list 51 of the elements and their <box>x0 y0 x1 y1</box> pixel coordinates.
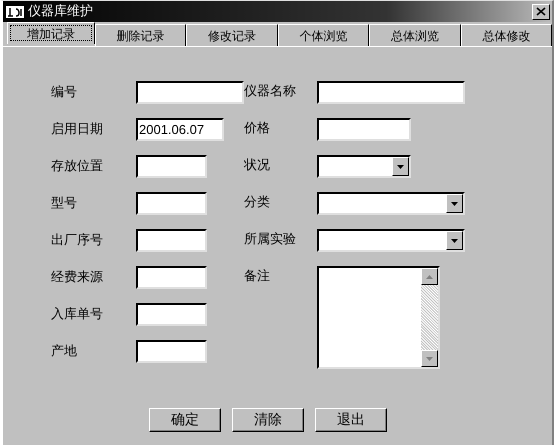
app-icon <box>5 4 25 18</box>
down-arrow-icon <box>397 164 404 168</box>
field-label: 入库单号 <box>51 306 104 324</box>
scroll-down-button[interactable] <box>421 350 438 367</box>
field-label: 存放位置 <box>51 158 104 176</box>
tab[interactable]: 总体浏览 <box>369 24 461 46</box>
tab[interactable]: 修改记录 <box>186 24 278 46</box>
notes-field[interactable] <box>317 266 440 369</box>
up-arrow-icon <box>426 274 433 278</box>
text-field[interactable]: 2001.06.07 <box>136 118 224 141</box>
dialog-button[interactable]: 确定 <box>149 408 221 432</box>
field-label: 启用日期 <box>51 121 104 139</box>
field-label: 型号 <box>51 195 78 213</box>
field-label: 分类 <box>244 194 271 212</box>
text-field[interactable] <box>136 81 244 104</box>
field-label: 状况 <box>244 157 271 175</box>
field-label: 产地 <box>51 343 78 361</box>
text-field[interactable] <box>136 340 207 363</box>
window-title: 仪器库维护 <box>28 5 93 18</box>
field-label: 价格 <box>244 120 271 138</box>
dropdown-field[interactable] <box>317 229 465 252</box>
dropdown-button[interactable] <box>392 157 409 176</box>
down-arrow-icon <box>426 356 433 360</box>
text-field[interactable] <box>136 229 207 252</box>
down-arrow-icon <box>451 202 458 206</box>
tab[interactable]: 增加记录 <box>7 22 95 44</box>
dropdown-field[interactable] <box>317 155 411 178</box>
down-arrow-icon <box>451 238 458 242</box>
dropdown-button[interactable] <box>446 194 463 213</box>
close-icon <box>536 7 546 16</box>
field-label: 编号 <box>51 84 78 102</box>
text-field[interactable] <box>136 192 207 215</box>
text-field[interactable] <box>136 303 207 326</box>
field-label: 备注 <box>244 268 271 286</box>
field-label: 经费来源 <box>51 269 104 287</box>
scroll-up-button[interactable] <box>421 268 438 285</box>
text-field[interactable] <box>317 118 411 141</box>
dropdown-field[interactable] <box>317 192 465 215</box>
field-label: 仪器名称 <box>244 83 297 101</box>
tab[interactable]: 总体修改 <box>460 24 552 46</box>
field-label: 出厂序号 <box>51 232 104 250</box>
dialog-button[interactable]: 清除 <box>232 408 304 432</box>
tab[interactable]: 个体浏览 <box>278 24 370 46</box>
text-field[interactable] <box>317 81 465 104</box>
close-button[interactable] <box>532 4 550 20</box>
text-field[interactable] <box>136 266 207 289</box>
field-label: 所属实验 <box>244 231 297 249</box>
tab[interactable]: 删除记录 <box>95 24 186 46</box>
text-field[interactable] <box>136 155 207 178</box>
dropdown-button[interactable] <box>446 231 463 250</box>
dialog-button[interactable]: 退出 <box>315 408 387 432</box>
